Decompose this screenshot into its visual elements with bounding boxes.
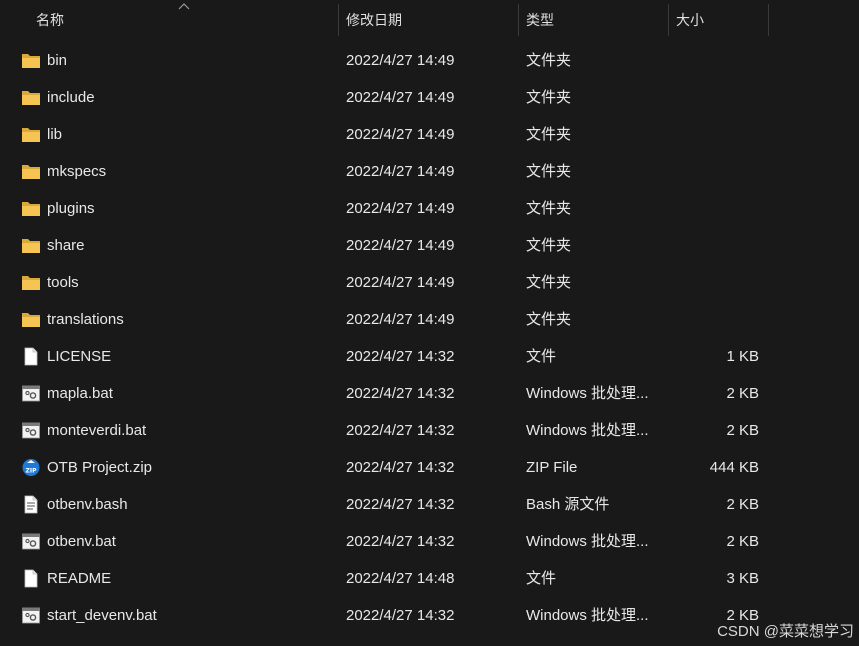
file-size: 2 KB (726, 422, 759, 439)
file-modified: 2022/4/27 14:49 (346, 52, 455, 69)
file-list: bin 2022/4/27 14:49 文件夹 include 2022/4/2… (0, 42, 859, 634)
file-modified: 2022/4/27 14:49 (346, 89, 455, 106)
file-row[interactable]: otbenv.bat 2022/4/27 14:32 Windows 批处理..… (0, 523, 859, 560)
zip-file-icon: ZIP (22, 459, 40, 476)
file-name: otbenv.bash (47, 496, 128, 513)
file-size: 2 KB (726, 496, 759, 513)
file-size: 1 KB (726, 348, 759, 365)
batch-file-icon (22, 385, 40, 402)
file-row[interactable]: bin 2022/4/27 14:49 文件夹 (0, 42, 859, 79)
file-modified: 2022/4/27 14:32 (346, 422, 455, 439)
file-type: 文件 (526, 570, 557, 587)
file-modified: 2022/4/27 14:32 (346, 348, 455, 365)
svg-text:ZIP: ZIP (26, 468, 38, 475)
file-modified: 2022/4/27 14:49 (346, 311, 455, 328)
file-row[interactable]: ZIP OTB Project.zip 2022/4/27 14:32 ZIP … (0, 449, 859, 486)
file-size: 444 KB (709, 459, 759, 476)
column-header-type[interactable]: 类型 (518, 0, 668, 38)
file-modified: 2022/4/27 14:49 (346, 200, 455, 217)
folder-icon (22, 91, 40, 105)
file-modified: 2022/4/27 14:48 (346, 570, 455, 587)
file-type: 文件夹 (526, 126, 572, 143)
file-type: ZIP File (526, 459, 578, 476)
file-row[interactable]: translations 2022/4/27 14:49 文件夹 (0, 301, 859, 338)
folder-icon (22, 313, 40, 327)
file-type: Windows 批处理... (526, 385, 649, 402)
folder-icon (22, 54, 40, 68)
file-name: mkspecs (47, 163, 107, 180)
file-type: 文件夹 (526, 163, 572, 180)
folder-icon (22, 128, 40, 142)
file-name: start_devenv.bat (47, 607, 157, 624)
file-type: 文件夹 (526, 274, 572, 291)
file-name: tools (47, 274, 79, 291)
file-row[interactable]: mkspecs 2022/4/27 14:49 文件夹 (0, 153, 859, 190)
column-header-bar: 名称 修改日期 类型 大小 (0, 0, 859, 38)
file-type: 文件夹 (526, 237, 572, 254)
file-size: 2 KB (726, 533, 759, 550)
file-name: monteverdi.bat (47, 422, 147, 439)
file-size: 3 KB (726, 570, 759, 587)
file-type: 文件夹 (526, 89, 572, 106)
file-row[interactable]: lib 2022/4/27 14:49 文件夹 (0, 116, 859, 153)
file-row[interactable]: plugins 2022/4/27 14:49 文件夹 (0, 190, 859, 227)
file-modified: 2022/4/27 14:32 (346, 607, 455, 624)
file-row[interactable]: README 2022/4/27 14:48 文件 3 KB (0, 560, 859, 597)
column-header-size[interactable]: 大小 (668, 0, 768, 38)
folder-icon (22, 165, 40, 179)
file-name: LICENSE (47, 348, 112, 365)
file-row[interactable]: tools 2022/4/27 14:49 文件夹 (0, 264, 859, 301)
column-header-modified[interactable]: 修改日期 (338, 0, 518, 38)
file-type: 文件夹 (526, 200, 572, 217)
file-name: mapla.bat (47, 385, 113, 402)
file-name: include (47, 89, 95, 106)
file-row[interactable]: share 2022/4/27 14:49 文件夹 (0, 227, 859, 264)
file-name: translations (47, 311, 124, 328)
file-name: otbenv.bat (47, 533, 116, 550)
file-type: 文件夹 (526, 311, 572, 328)
file-name: README (47, 570, 112, 587)
column-header-modified-label: 修改日期 (346, 12, 402, 28)
file-name: lib (47, 126, 63, 143)
file-row[interactable]: monteverdi.bat 2022/4/27 14:32 Windows 批… (0, 412, 859, 449)
file-type: Windows 批处理... (526, 422, 649, 439)
batch-file-icon (22, 607, 40, 624)
file-size: 2 KB (726, 385, 759, 402)
sort-ascending-icon[interactable] (178, 2, 190, 10)
file-type: 文件夹 (526, 52, 572, 69)
file-modified: 2022/4/27 14:49 (346, 274, 455, 291)
folder-icon (22, 276, 40, 290)
file-name: bin (47, 52, 68, 69)
file-name: OTB Project.zip (47, 459, 153, 476)
file-name: share (47, 237, 85, 254)
column-divider[interactable] (768, 4, 769, 36)
watermark: CSDN @菜菜想学习 (717, 623, 854, 640)
file-row[interactable]: otbenv.bash 2022/4/27 14:32 Bash 源文件 2 K… (0, 486, 859, 523)
file-type: 文件 (526, 348, 557, 365)
file-row[interactable]: mapla.bat 2022/4/27 14:32 Windows 批处理...… (0, 375, 859, 412)
file-icon (24, 347, 38, 366)
file-icon (24, 569, 38, 588)
file-modified: 2022/4/27 14:32 (346, 385, 455, 402)
column-header-name-label: 名称 (36, 12, 64, 28)
file-row[interactable]: LICENSE 2022/4/27 14:32 文件 1 KB (0, 338, 859, 375)
column-header-type-label: 类型 (526, 12, 554, 28)
batch-file-icon (22, 422, 40, 439)
file-modified: 2022/4/27 14:32 (346, 496, 455, 513)
file-type: Bash 源文件 (526, 496, 610, 513)
folder-icon (22, 202, 40, 216)
batch-file-icon (22, 533, 40, 550)
file-modified: 2022/4/27 14:49 (346, 163, 455, 180)
column-header-size-label: 大小 (676, 12, 704, 28)
file-row[interactable]: include 2022/4/27 14:49 文件夹 (0, 79, 859, 116)
folder-icon (22, 239, 40, 253)
text-file-icon (24, 495, 38, 514)
file-name: plugins (47, 200, 95, 217)
file-modified: 2022/4/27 14:32 (346, 533, 455, 550)
file-modified: 2022/4/27 14:32 (346, 459, 455, 476)
file-type: Windows 批处理... (526, 533, 649, 550)
file-modified: 2022/4/27 14:49 (346, 126, 455, 143)
file-modified: 2022/4/27 14:49 (346, 237, 455, 254)
file-type: Windows 批处理... (526, 607, 649, 624)
